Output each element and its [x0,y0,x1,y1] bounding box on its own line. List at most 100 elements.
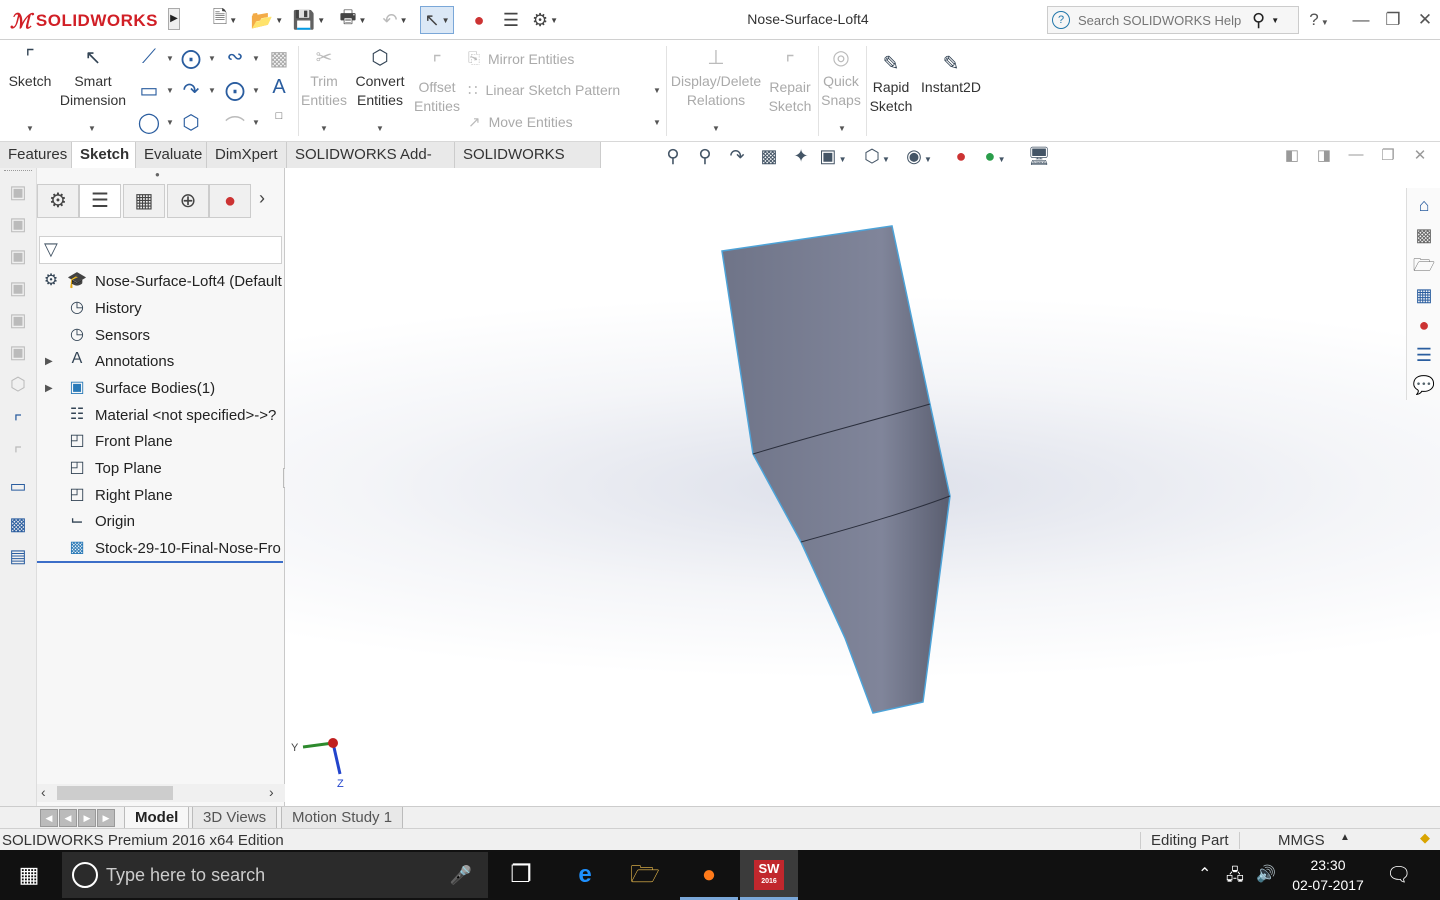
firefox-button[interactable]: ● [680,850,738,900]
help-menu-button[interactable]: ? ▼ [1304,6,1334,34]
tree-root-part[interactable]: ⚙ 🎓 Nose-Surface-Loft4 (Default [37,268,285,294]
trim-dropdown-icon[interactable]: ▼ [320,124,328,133]
show-hidden-icons-icon[interactable]: ⌃ [1198,864,1211,884]
previous-view-icon[interactable]: ↷ [722,146,752,167]
loft-surface-body[interactable] [721,225,951,714]
tile-right-icon[interactable]: ◨ [1312,146,1336,164]
polygon-icon[interactable]: ⬡ [178,110,204,135]
relations-dropdown-icon[interactable]: ▼ [712,124,720,133]
mirror-entities-button[interactable]: ⎘ Mirror Entities [468,50,574,67]
convert-entities-button[interactable]: ⬡ Convert Entities [350,46,410,110]
tab-solidworks-mbd[interactable]: SOLIDWORKS MBD [455,142,601,189]
scroll-left-icon[interactable]: ‹ [41,784,46,800]
tab-features[interactable]: Features [0,142,72,168]
last-tab-icon[interactable]: ▶ [97,809,115,827]
custom-properties-icon[interactable]: ☰ [1411,342,1437,368]
view-orientation-icon[interactable]: ▣ ▼ [818,146,848,167]
display-delete-relations-button[interactable]: ⊥ Display/Delete Relations [668,46,764,110]
snaps-dropdown-icon[interactable]: ▼ [838,124,846,133]
part-icon[interactable]: ▩ [6,514,30,538]
chevron-right-icon[interactable]: › [259,188,265,209]
forum-icon[interactable]: 💬 [1411,372,1437,398]
print-button[interactable]: 🖶 ▼ [336,6,370,34]
sweep-icon[interactable]: ▣ [6,246,30,270]
minimize-button[interactable]: — [1346,6,1376,34]
network-icon[interactable]: 🖧 [1226,864,1244,891]
task-view-button[interactable]: ❐ [492,850,550,900]
rebuild-status-icon[interactable]: ◆ [1420,830,1430,846]
graphics-area[interactable]: Y Z [285,168,1440,806]
expand-arrow-icon[interactable]: ▶ [45,383,55,394]
point-icon[interactable]: □ [266,110,292,122]
tree-item-history[interactable]: ◷ History [37,295,285,321]
fill-icon[interactable]: ▣ [6,342,30,366]
3d-sketch-icon[interactable]: ⌜ [6,444,30,468]
pattern-dropdown-icon[interactable]: ▼ [653,86,661,95]
design-library-icon[interactable]: ▩ [1411,222,1437,248]
tab-model[interactable]: Model [124,807,190,829]
expand-arrow-icon[interactable]: ▶ [45,356,55,367]
save-button[interactable]: 💾 ▼ [292,6,326,34]
slot-dropdown-icon[interactable]: ▼ [166,118,174,127]
section-view-icon[interactable]: ▩ [754,146,784,167]
line-dropdown-icon[interactable]: ▼ [166,54,174,63]
extrude-icon[interactable]: ▣ [6,182,30,206]
viewport-minimize-icon[interactable]: — [1344,146,1368,163]
scrollbar-thumb[interactable] [57,786,173,800]
new-document-button[interactable]: 🗎 ▼ [208,6,242,34]
circle-icon[interactable]: ⨀ [178,46,204,71]
text-icon[interactable]: A [266,76,292,99]
file-explorer-button[interactable]: 🗁 [616,850,674,900]
move-dropdown-icon[interactable]: ▼ [653,118,661,127]
undo-button[interactable]: ↶ ▼ [378,6,412,34]
rectangle-dropdown-icon[interactable]: ▼ [166,86,174,95]
slot-icon[interactable]: ◯ [136,110,162,135]
rebuild-button[interactable]: ● [462,6,496,34]
solidworks-logo[interactable]: ℳ SOLIDWORKS [10,4,164,38]
line-icon[interactable]: ⟋ [136,46,162,69]
tab-sketch[interactable]: Sketch [72,142,136,168]
tree-item-top-plane[interactable]: ◰ Top Plane [37,455,285,481]
home-icon[interactable]: ⌂ [1411,192,1437,218]
zoom-to-area-icon[interactable]: ⚲ [690,146,720,167]
tab-dimxpert[interactable]: DimXpert [207,142,287,168]
tree-item-stock-feature[interactable]: ▩ Stock-29-10-Final-Nose-Fro [37,535,285,561]
file-explorer-icon[interactable]: 🗁 [1411,252,1437,278]
appearances-icon[interactable]: ● [1411,312,1437,338]
close-button[interactable]: ✕ [1410,6,1440,34]
search-icon[interactable]: ⚲ [1252,10,1265,31]
display-manager-tab-icon[interactable]: ● [209,184,251,218]
tree-item-material[interactable]: ☷ Material <not specified>->? [37,402,285,428]
arc-icon[interactable]: ↷ [178,78,204,103]
ellipse-dropdown-icon[interactable]: ▼ [252,86,260,95]
boundary-icon[interactable]: ▣ [6,310,30,334]
repair-sketch-button[interactable]: ⌜ Repair Sketch [766,52,814,116]
zoom-to-fit-icon[interactable]: ⚲ [658,146,688,167]
spline-icon[interactable]: ∾ [222,44,248,69]
dimxpert-manager-tab-icon[interactable]: ⊕ [167,184,209,218]
spline-dropdown-icon[interactable]: ▼ [252,54,260,63]
tree-horizontal-scrollbar[interactable]: ‹ › [37,784,285,802]
viewport-restore-icon[interactable]: ❐ [1376,146,1400,164]
feature-tree-tab-icon[interactable]: ⚙ [37,184,79,218]
unit-system[interactable]: MMGS [1278,832,1325,849]
shell-icon[interactable]: ⬡ [6,374,30,398]
options-button[interactable]: ⚙ ▼ [528,6,562,34]
sketch-button[interactable]: ⌜ Sketch [4,46,56,91]
rectangle-icon[interactable]: ▭ [136,78,162,103]
sketch-dropdown-icon[interactable]: ▼ [26,124,34,133]
convert-dropdown-icon[interactable]: ▼ [376,124,384,133]
search-dropdown-icon[interactable]: ▼ [1271,16,1279,25]
linear-sketch-pattern-button[interactable]: ∷ Linear Sketch Pattern [468,81,620,99]
sketch-pattern-icon[interactable]: ▩ [266,46,292,71]
help-search-input[interactable] [1078,12,1248,28]
loft-icon[interactable]: ▣ [6,278,30,302]
tab-solidworks-add-ins[interactable]: SOLIDWORKS Add-Ins [287,142,455,189]
tree-item-sensors[interactable]: ◷ Sensors [37,322,285,348]
menu-expand-arrow[interactable]: ▶ [168,8,180,30]
revolve-icon[interactable]: ▣ [6,214,30,238]
circle-dropdown-icon[interactable]: ▼ [208,54,216,63]
ellipse-icon[interactable]: ⨀ [222,78,248,103]
sketch-shortcut-icon[interactable]: ⌜ [6,412,30,436]
clock[interactable]: 23:30 02-07-2017 [1290,855,1366,895]
